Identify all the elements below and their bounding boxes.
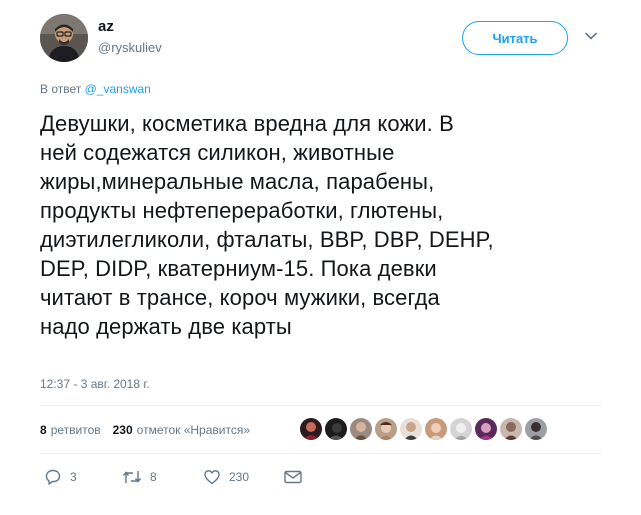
reply-action[interactable]: 3 — [44, 468, 77, 486]
tweet-line: читают в трансе, короч мужики, всегда — [40, 285, 440, 310]
liker-avatar[interactable] — [475, 418, 497, 440]
chevron-down-icon[interactable] — [584, 29, 598, 43]
liker-avatar[interactable] — [350, 418, 372, 440]
follow-button[interactable]: Читать — [462, 21, 568, 55]
retweet-count: 8 — [150, 470, 157, 484]
retweet-action[interactable]: 8 — [122, 468, 157, 486]
tweet-line: ней содежатся силикон, животные — [40, 140, 395, 165]
reply-prefix: В ответ — [40, 82, 82, 96]
liker-avatar[interactable] — [375, 418, 397, 440]
liker-avatar[interactable] — [500, 418, 522, 440]
liker-avatar[interactable] — [450, 418, 472, 440]
reply-context: В ответ @_vanswan — [40, 82, 151, 96]
likers-avatars — [300, 418, 547, 440]
avatar[interactable] — [40, 14, 88, 62]
heart-icon — [204, 470, 220, 485]
tweet-text: Девушки, косметика вредна для кожи. В не… — [40, 109, 600, 341]
divider — [40, 453, 601, 454]
tweet-line: диэтилегликоли, фталаты, BBP, DBP, DEHP, — [40, 227, 494, 252]
liker-avatar[interactable] — [425, 418, 447, 440]
tweet-line: продукты нефтепереработки, глютены, — [40, 198, 444, 223]
avatar-image — [40, 14, 88, 62]
retweet-icon — [122, 471, 142, 483]
retweets-label: ретвитов — [50, 423, 101, 437]
liker-avatar[interactable] — [400, 418, 422, 440]
liker-avatar[interactable] — [525, 418, 547, 440]
divider — [40, 405, 601, 406]
retweets-stat[interactable]: 8 ретвитов — [40, 423, 101, 437]
retweets-count: 8 — [40, 423, 47, 437]
likes-label: отметок «Нравится» — [136, 423, 251, 437]
direct-message-action[interactable] — [283, 468, 303, 486]
tweet-line: надо держать две карты — [40, 314, 292, 339]
envelope-icon — [284, 470, 302, 484]
user-name[interactable]: az — [98, 18, 114, 35]
tweet-line: Девушки, косметика вредна для кожи. В — [40, 111, 454, 136]
user-handle[interactable]: @ryskuliev — [98, 40, 162, 55]
reply-target-link[interactable]: @_vanswan — [85, 82, 151, 96]
likes-stat[interactable]: 230 отметок «Нравится» — [113, 423, 250, 437]
reply-count: 3 — [70, 470, 77, 484]
reply-icon — [45, 469, 61, 485]
tweet-line: жиры,минеральные масла, парабены, — [40, 169, 435, 194]
liker-avatar[interactable] — [300, 418, 322, 440]
tweet-line: DEP, DIDP, кватерниум-15. Пока девки — [40, 256, 437, 281]
like-action[interactable]: 230 — [203, 468, 249, 486]
tweet-timestamp[interactable]: 12:37 - 3 авг. 2018 г. — [40, 377, 150, 391]
tweet-stats: 8 ретвитов 230 отметок «Нравится» — [40, 423, 250, 437]
like-count: 230 — [229, 470, 250, 484]
liker-avatar[interactable] — [325, 418, 347, 440]
likes-count: 230 — [112, 423, 133, 437]
